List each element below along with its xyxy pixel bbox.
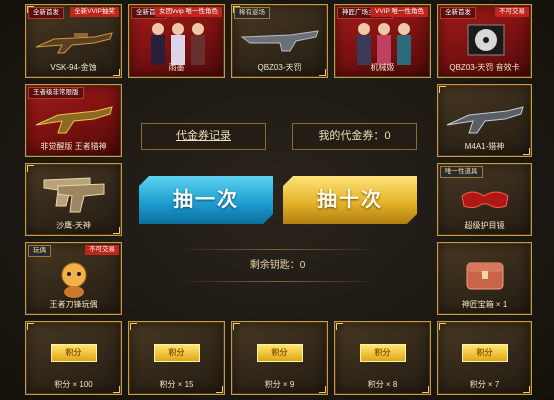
prize-label: 积分 × 8 [367, 380, 398, 389]
prize-card[interactable]: 神匠宝箱 × 1 [437, 242, 532, 315]
corner-deco [233, 6, 240, 13]
prize-label: M4A1-猎神 [464, 142, 505, 151]
remaining-keys: 剩余钥匙：0 [210, 256, 345, 271]
prize-label: 沙鹰-天神 [56, 221, 91, 230]
tag-badge: VVIP 唯一性角色 [370, 7, 428, 17]
tag-badge: 不可交易 [85, 245, 119, 255]
points-coin-icon: 积分 [359, 344, 406, 362]
tag-badge: 全新VVIP抽奖 [70, 7, 119, 17]
corner-deco [113, 227, 120, 234]
divider [175, 281, 380, 282]
prize-card[interactable]: 王者级非常限版 非觉醒版 王者猎神 [25, 84, 122, 157]
corner-deco [336, 323, 343, 330]
prize-label: 神匠宝箱 × 1 [461, 300, 508, 309]
prize-label: 积分 × 9 [264, 380, 295, 389]
rifle-icon [35, 32, 113, 54]
corner-deco [523, 148, 530, 155]
corner-deco [319, 69, 326, 76]
points-coin-icon: 积分 [461, 344, 508, 362]
tag-badge: 不可交易 [495, 7, 529, 17]
rifle-icon [35, 106, 113, 134]
draw-ten-button[interactable]: 抽十次 [283, 176, 417, 224]
corner-deco [113, 69, 120, 76]
corner-deco [319, 386, 326, 393]
coupon-record-label: 代金券记录 [176, 130, 231, 142]
prize-card[interactable]: 沙鹰-天神 [25, 163, 122, 236]
goggles-icon [461, 191, 509, 209]
divider [175, 249, 380, 250]
prize-card[interactable]: 唯一性道具 超级护目镜 [437, 163, 532, 236]
points-card[interactable]: 积分 积分 × 7 [437, 321, 532, 395]
keys-value: 0 [299, 260, 306, 271]
corner-deco [27, 323, 34, 330]
prize-card[interactable]: M4A1-猎神 [437, 84, 532, 157]
tag-badge: 女团vvip 唯一性角色 [155, 7, 222, 17]
draw-once-button[interactable]: 抽一次 [139, 176, 273, 224]
points-coin-icon: 积分 [50, 344, 97, 362]
doll-icon [61, 262, 87, 298]
my-coupon-display: 我的代金券：0 [292, 123, 417, 150]
corner-deco [523, 386, 530, 393]
prize-label: 王者刀锋玩偶 [49, 300, 98, 309]
prize-label: 积分 × 100 [54, 380, 93, 389]
chest-icon [466, 262, 504, 290]
prize-label: VSK-94-金蚀 [50, 63, 97, 72]
prize-label: 积分 × 7 [469, 380, 500, 389]
tag-badge: 王者级非常限版 [28, 87, 84, 99]
coupon-label: 我的代金券： [318, 130, 385, 142]
corner-deco [233, 323, 240, 330]
coupon-value: 0 [384, 130, 391, 142]
prize-label: 雨墨 [168, 63, 185, 72]
prize-card[interactable]: 稀有返场 QBZ03-天罚 [231, 4, 328, 78]
prize-card[interactable]: 全新首发 全新VVIP抽奖 VSK-94-金蚀 [25, 4, 122, 78]
points-card[interactable]: 积分 积分 × 8 [334, 321, 431, 395]
tag-badge: 全新首发 [440, 7, 476, 19]
tag-badge: 唯一性道具 [440, 166, 483, 178]
prize-label: 非觉醒版 王者猎神 [40, 142, 107, 151]
prize-card[interactable]: 玩偶 不可交易 王者刀锋玩偶 [25, 242, 122, 315]
prize-card[interactable]: 全新首发 女团vvip 唯一性角色 雨墨 [128, 4, 225, 78]
keys-label: 剩余钥匙： [249, 260, 300, 271]
prize-label: QBZ03-天罚 [257, 63, 302, 72]
sound-card-icon [467, 24, 505, 56]
prize-label: QBZ03-天罚 音效卡 [449, 63, 520, 72]
corner-deco [113, 386, 120, 393]
corner-deco [27, 6, 34, 13]
prize-label: 超级护目镜 [464, 221, 505, 230]
pistol-icon [43, 177, 105, 213]
points-coin-icon: 积分 [153, 344, 200, 362]
coupon-record-button[interactable]: 代金券记录 [141, 123, 266, 150]
prize-card[interactable]: 全新首发 不可交易 QBZ03-天罚 音效卡 [437, 4, 532, 78]
rifle-icon [446, 106, 524, 134]
points-card[interactable]: 积分 积分 × 100 [25, 321, 122, 395]
prize-label: 机械姬 [370, 63, 395, 72]
corner-deco [422, 386, 429, 393]
points-card[interactable]: 积分 积分 × 9 [231, 321, 328, 395]
points-card[interactable]: 积分 积分 × 15 [128, 321, 225, 395]
corner-deco [439, 86, 446, 93]
tag-badge: 玩偶 [28, 245, 51, 257]
corner-deco [439, 323, 446, 330]
corner-deco [27, 165, 34, 172]
lottery-board: 全新首发 全新VVIP抽奖 VSK-94-金蚀 全新首发 女团vvip 唯一性角… [0, 0, 554, 400]
rifle-icon [240, 30, 319, 52]
corner-deco [130, 323, 137, 330]
prize-label: 积分 × 15 [159, 380, 194, 389]
corner-deco [216, 386, 223, 393]
prize-card[interactable]: 神匠广场主题人 VVIP 唯一性角色 机械姬 [334, 4, 431, 78]
points-coin-icon: 积分 [256, 344, 303, 362]
